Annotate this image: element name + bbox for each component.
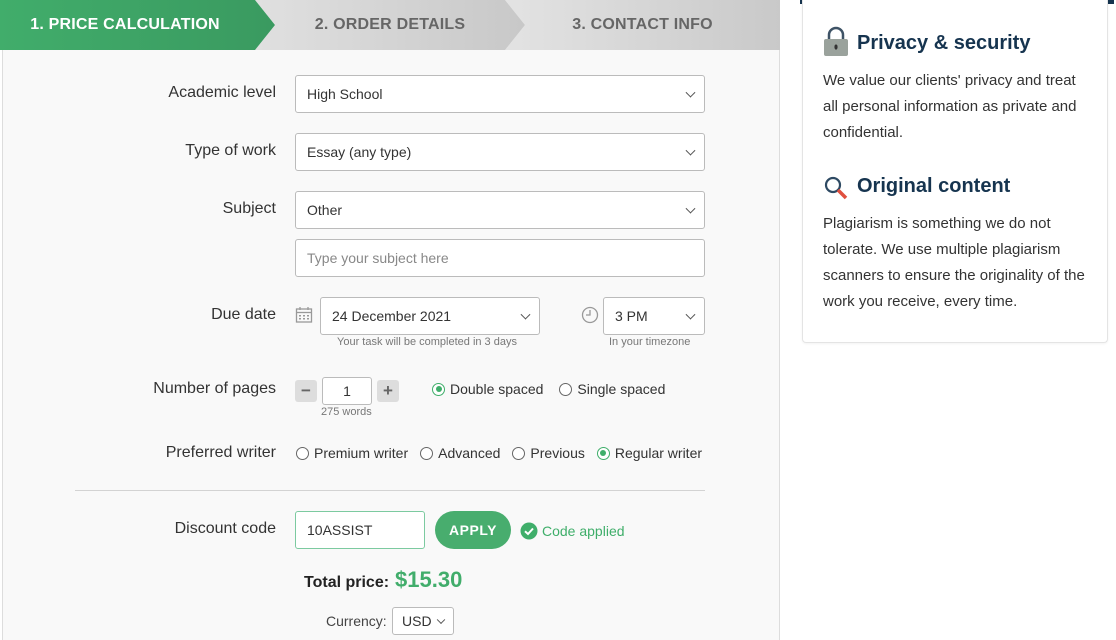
step-price-calculation[interactable]: 1. PRICE CALCULATION (0, 0, 275, 50)
radio-unchecked-icon (559, 382, 573, 396)
pages-increment-button[interactable]: + (377, 380, 399, 402)
discount-code-value: 10ASSIST (307, 522, 373, 538)
original-content-title: Original content (857, 175, 1011, 197)
radio-label: Advanced (438, 445, 501, 461)
radio-previous[interactable]: Previous (512, 445, 585, 461)
radio-single-spaced[interactable]: Single spaced (559, 381, 665, 397)
clock-icon[interactable] (581, 306, 599, 324)
academic-level-label: Academic level (168, 84, 276, 101)
order-steps: 1. PRICE CALCULATION 2. ORDER DETAILS 3.… (0, 0, 780, 50)
step-label: 1. PRICE CALCULATION (30, 16, 220, 33)
original-content-text: Plagiarism is something we do not tolera… (823, 215, 1085, 310)
total-price-label: Total price: (304, 574, 390, 591)
writer-options: Premium writer Advanced Previous Regular… (296, 445, 702, 461)
check-circle-icon (520, 522, 538, 540)
type-of-work-value: Essay (any type) (307, 144, 412, 160)
spacing-options: Double spaced Single spaced (432, 381, 665, 397)
subject-select[interactable]: Other (295, 191, 705, 229)
lock-icon (824, 26, 848, 56)
radio-unchecked-icon (512, 446, 526, 460)
calendar-icon[interactable] (295, 306, 313, 324)
subject-value: Other (307, 202, 343, 218)
radio-unchecked-icon (296, 446, 309, 460)
chevron-down-icon (685, 145, 696, 156)
custom-subject-input[interactable]: Type your subject here (295, 239, 705, 277)
chevron-down-icon (685, 309, 696, 320)
apply-discount-button[interactable]: APPLY (435, 511, 511, 549)
pages-words: 275 words (321, 406, 372, 418)
discount-code-input[interactable]: 10ASSIST (295, 511, 425, 549)
total-price: Total price: $15.30 (304, 567, 462, 593)
magnifier-icon (824, 176, 848, 200)
discount-status: Code applied (520, 522, 625, 540)
total-price-value: $15.30 (395, 567, 463, 592)
academic-level-select[interactable]: High School (295, 75, 705, 113)
radio-unchecked-icon (420, 446, 434, 460)
preferred-writer-label: Preferred writer (165, 444, 276, 461)
currency-label: Currency: (326, 613, 387, 629)
privacy-text: We value our clients' privacy and treat … (823, 72, 1077, 141)
due-time-hint: In your timezone (609, 336, 691, 348)
due-date-label: Due date (211, 306, 276, 323)
due-time-value: 3 PM (615, 308, 648, 324)
form-divider (75, 490, 705, 491)
step-order-details[interactable]: 2. ORDER DETAILS (255, 0, 525, 50)
trust-sidebar: Privacy & security We value our clients'… (802, 0, 1108, 343)
custom-subject-placeholder: Type your subject here (307, 250, 449, 266)
academic-level-value: High School (307, 86, 383, 102)
subject-label: Subject (222, 200, 276, 217)
due-date-value: 24 December 2021 (332, 308, 452, 324)
radio-label: Single spaced (577, 381, 666, 397)
chevron-down-icon (520, 309, 531, 320)
pages-label: Number of pages (153, 380, 276, 397)
pages-decrement-button[interactable]: − (295, 380, 317, 402)
step-label: 2. ORDER DETAILS (314, 16, 466, 33)
radio-double-spaced[interactable]: Double spaced (432, 381, 543, 397)
pages-input[interactable]: 1 (322, 377, 372, 405)
currency-select[interactable]: USD (392, 607, 454, 635)
discount-status-text: Code applied (542, 523, 625, 539)
chevron-down-icon (436, 615, 446, 625)
type-of-work-label: Type of work (185, 142, 276, 159)
radio-label: Regular writer (614, 445, 703, 461)
due-time-select[interactable]: 3 PM (603, 297, 705, 335)
radio-premium-writer[interactable]: Premium writer (296, 445, 408, 461)
radio-label: Previous (530, 445, 585, 461)
radio-checked-icon (432, 382, 445, 396)
radio-label: Premium writer (314, 445, 409, 461)
type-of-work-select[interactable]: Essay (any type) (295, 133, 705, 171)
radio-label: Double spaced (450, 381, 544, 397)
discount-code-label: Discount code (174, 520, 276, 537)
pages-value: 1 (343, 383, 351, 399)
chevron-down-icon (685, 87, 696, 98)
due-date-hint: Your task will be completed in 3 days (337, 336, 517, 348)
radio-checked-icon (596, 446, 610, 460)
radio-advanced[interactable]: Advanced (420, 445, 500, 461)
radio-regular-writer[interactable]: Regular writer (596, 445, 703, 461)
chevron-down-icon (685, 203, 696, 214)
step-label: 3. CONTACT INFO (572, 16, 713, 33)
step-contact-info[interactable]: 3. CONTACT INFO (505, 0, 780, 50)
due-date-select[interactable]: 24 December 2021 (320, 297, 540, 335)
currency-value: USD (402, 613, 432, 629)
privacy-title: Privacy & security (857, 32, 1031, 54)
